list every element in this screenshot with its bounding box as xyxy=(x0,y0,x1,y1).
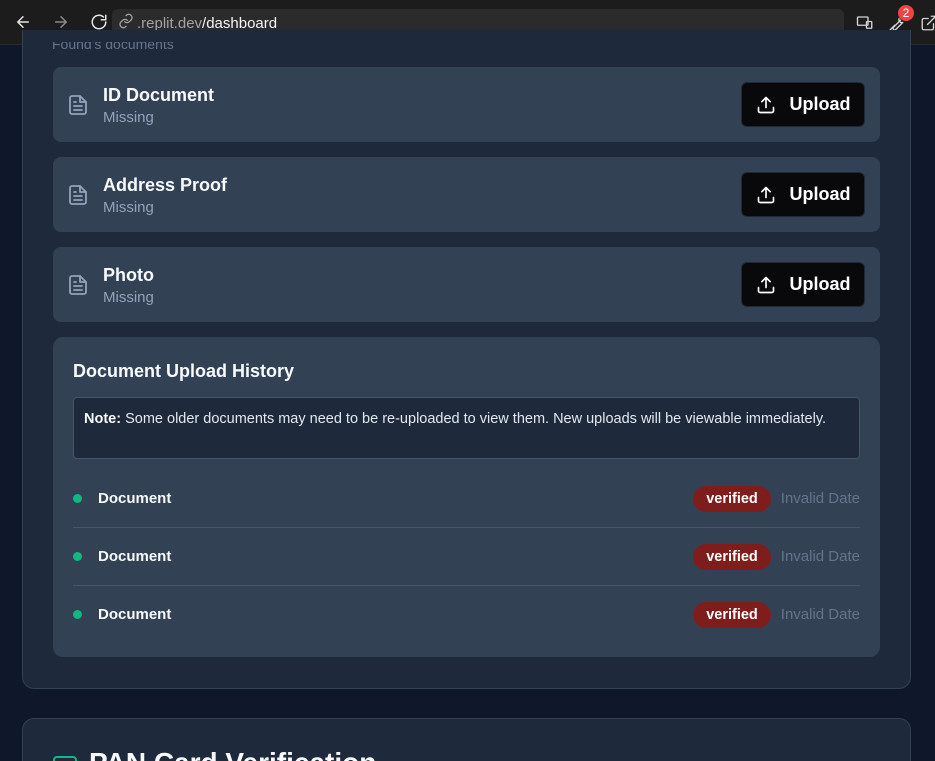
status-dot xyxy=(73,552,82,561)
history-item-date: Invalid Date xyxy=(780,548,860,565)
upload-button-label: Upload xyxy=(789,184,851,204)
note-text: Some older documents may need to be re-u… xyxy=(125,411,827,427)
history-title: Document Upload History xyxy=(73,361,295,381)
open-external-button[interactable] xyxy=(914,8,935,38)
document-status: Missing xyxy=(103,289,154,306)
document-row-address: Address Proof Missing Upload xyxy=(53,157,880,232)
history-item-name: Document xyxy=(98,490,172,507)
history-item-date: Invalid Date xyxy=(780,606,860,623)
history-note: Note: Some older documents may need to b… xyxy=(73,397,860,459)
arrow-right-icon xyxy=(55,16,67,28)
status-badge: verified xyxy=(693,602,771,628)
extension-badge: 2 xyxy=(898,5,914,21)
upload-button-label: Upload xyxy=(789,274,851,294)
document-title: Address Proof xyxy=(103,175,228,195)
external-link-icon xyxy=(921,15,935,31)
upload-button[interactable]: Upload xyxy=(741,82,865,127)
status-badge: verified xyxy=(693,544,771,570)
history-item: Document verified Invalid Date xyxy=(73,470,860,528)
card-icon xyxy=(53,756,77,761)
upload-button-label: Upload xyxy=(789,94,851,114)
status-dot xyxy=(73,610,82,619)
reload-icon xyxy=(91,14,107,30)
file-text-icon xyxy=(69,185,87,205)
document-title: ID Document xyxy=(103,85,215,105)
file-text-icon xyxy=(69,275,87,295)
document-row-photo: Photo Missing Upload xyxy=(53,247,880,322)
upload-icon xyxy=(757,96,774,113)
history-item-date: Invalid Date xyxy=(780,490,860,507)
upload-icon xyxy=(757,186,774,203)
document-row-id: ID Document Missing Upload xyxy=(53,67,880,142)
pan-verification-card: PAN Card Verification xyxy=(22,718,911,761)
section-title: PAN Card Verification xyxy=(89,747,376,761)
upload-button[interactable]: Upload xyxy=(741,172,865,217)
note-label: Note: xyxy=(84,411,122,427)
history-item: Document verified Invalid Date xyxy=(73,528,860,586)
history-item-name: Document xyxy=(98,548,172,565)
url-path: /dashboard xyxy=(202,14,278,32)
document-status: Missing xyxy=(103,109,154,126)
document-title: Photo xyxy=(103,265,154,285)
file-text-icon xyxy=(69,95,87,115)
url-host: .replit.dev xyxy=(137,14,203,32)
document-status: Missing xyxy=(103,199,154,216)
status-badge: verified xyxy=(693,486,771,512)
status-dot xyxy=(73,494,82,503)
history-item-name: Document xyxy=(98,606,172,623)
history-item: Document verified Invalid Date xyxy=(73,586,860,644)
arrow-left-icon xyxy=(17,16,29,28)
upload-icon xyxy=(757,276,774,293)
upload-history-panel: Document Upload History Note: Some older… xyxy=(53,337,880,657)
upload-button[interactable]: Upload xyxy=(741,262,865,307)
